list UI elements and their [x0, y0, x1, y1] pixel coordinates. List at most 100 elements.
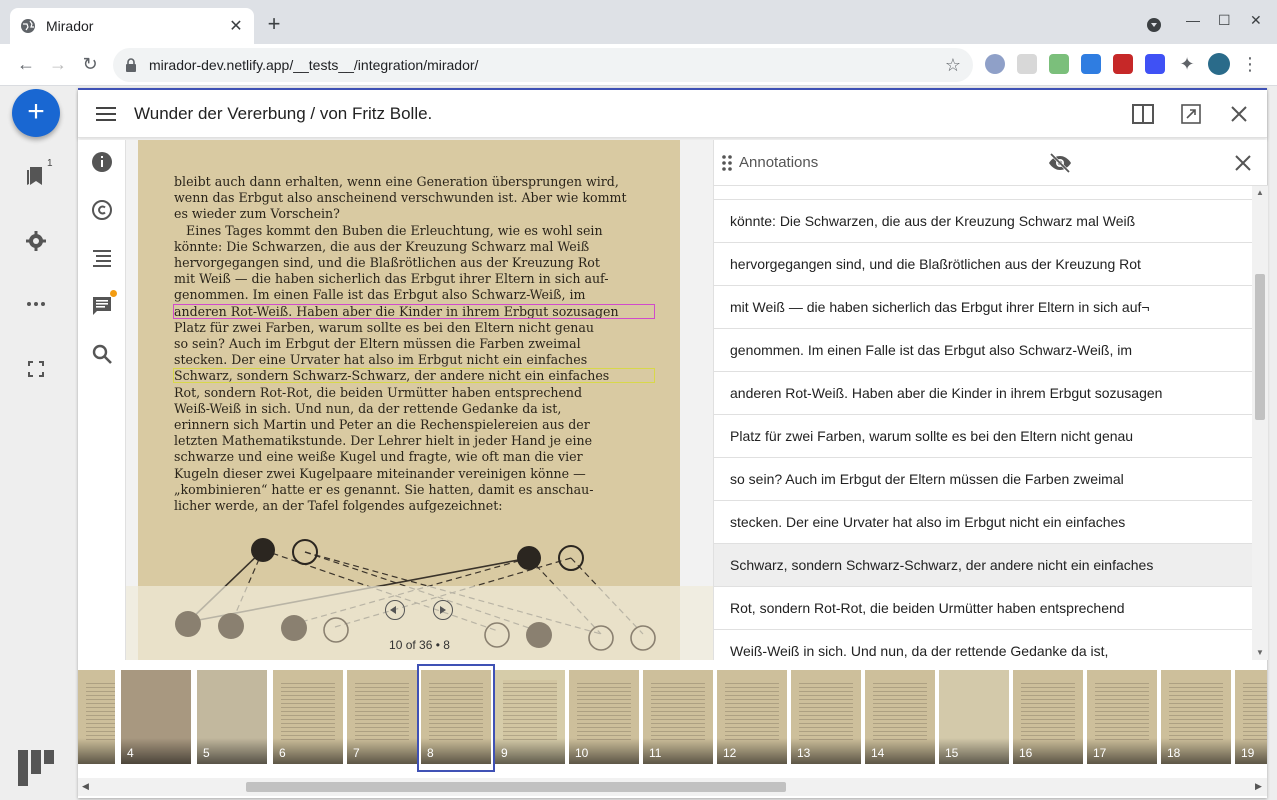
thumbnail-label: 19 — [1235, 738, 1267, 764]
forward-icon[interactable]: → — [48, 54, 68, 74]
thumbnail[interactable]: 14 — [865, 670, 935, 764]
reload-icon[interactable]: ↻ — [80, 54, 100, 74]
thumbnail-text-lines — [281, 680, 335, 740]
drag-handle-icon[interactable] — [722, 155, 732, 171]
close-annotations-icon[interactable] — [1232, 152, 1254, 174]
hamburger-menu-icon[interactable] — [96, 104, 116, 124]
back-icon[interactable]: ← — [16, 54, 36, 74]
view-layout-icon[interactable] — [1131, 102, 1155, 126]
minimize-icon[interactable]: — — [1186, 12, 1200, 28]
thumbnail[interactable]: 13 — [791, 670, 861, 764]
annotation-item[interactable]: mit Weiß — die haben sicherlich das Erbg… — [714, 286, 1252, 329]
extensions-puzzle-icon[interactable]: ✦ — [1177, 54, 1197, 74]
scroll-right-arrow-icon[interactable]: ▶ — [1255, 781, 1262, 792]
url-text: mirador-dev.netlify.app/__tests__/integr… — [149, 57, 479, 73]
annotations-icon[interactable] — [90, 294, 114, 318]
window-title: Wunder der Vererbung / von Fritz Bolle. — [134, 104, 433, 123]
thumbnail-label: 15 — [939, 738, 1009, 764]
scroll-down-arrow-icon[interactable]: ▼ — [1256, 648, 1264, 657]
annotation-item[interactable]: so sein? Auch im Erbgut der Eltern müsse… — [714, 458, 1252, 501]
window-close-icon[interactable]: ✕ — [1250, 12, 1262, 29]
thumbnail-label: 4 — [121, 738, 191, 764]
browser-tab[interactable]: Mirador ✕ — [10, 8, 254, 44]
add-resource-button[interactable]: + — [12, 89, 60, 137]
thumbnail-text-lines — [503, 680, 557, 740]
thumbnail[interactable]: 11 — [643, 670, 713, 764]
thumbnail[interactable]: 16 — [1013, 670, 1083, 764]
image-viewer[interactable]: bleibt auch dann erhalten, wenn eine Gen… — [126, 140, 713, 660]
scroll-left-arrow-icon[interactable]: ◀ — [82, 781, 89, 792]
copyright-icon[interactable] — [90, 198, 114, 222]
annotations-scrollbar[interactable]: ▲ ▼ — [1252, 186, 1268, 660]
thumbnail-label: 10 — [569, 738, 639, 764]
close-tab-icon[interactable]: ✕ — [228, 18, 244, 35]
annotation-item[interactable]: könnte: Die Schwarzen, die aus der Kreuz… — [714, 200, 1252, 243]
thumbnail[interactable] — [78, 670, 115, 764]
annotation-item[interactable]: Platz für zwei Farben, warum sollte es b… — [714, 415, 1252, 458]
thumbnail-label: 6 — [273, 738, 343, 764]
previous-canvas-button[interactable] — [385, 600, 405, 620]
annotation-item[interactable]: stecken. Der eine Urvater hat also im Er… — [714, 501, 1252, 544]
thumbnail[interactable]: 19 — [1235, 670, 1267, 764]
horizontal-scrollbar-thumb[interactable] — [246, 782, 786, 792]
extension-2-icon[interactable] — [1017, 54, 1037, 74]
maximize-window-icon[interactable] — [1179, 102, 1203, 126]
page-line: letzten Mathematikstunde. Der Lehrer hie… — [174, 433, 593, 449]
annotation-item[interactable]: genommen. Im einen Falle ist das Erbgut … — [714, 329, 1252, 372]
bookmark-star-icon[interactable]: ☆ — [945, 55, 961, 76]
annotation-item-selected[interactable]: Schwarz, sondern Schwarz-Schwarz, der an… — [714, 544, 1252, 587]
book-page-image[interactable]: bleibt auch dann erhalten, wenn eine Gen… — [138, 140, 680, 660]
annotation-item[interactable]: anderen Rot-Weiß. Haben aber die Kinder … — [714, 372, 1252, 415]
thumbnail-text-lines — [577, 680, 631, 740]
thumbnail-text-lines — [651, 680, 705, 740]
annotation-item[interactable]: mmmm — [714, 186, 1252, 200]
scrollbar-thumb[interactable] — [1255, 274, 1265, 420]
profile-avatar[interactable] — [1208, 53, 1230, 75]
thumbnail[interactable]: 18 — [1161, 670, 1231, 764]
annotation-item[interactable]: hervorgegangen sind, und die Blaßrötlich… — [714, 243, 1252, 286]
window-top-bar: Wunder der Vererbung / von Fritz Bolle. — [78, 90, 1267, 138]
hide-annotations-eye-icon[interactable] — [1048, 152, 1072, 174]
page-line: erinnern sich Martin und Peter an die Re… — [174, 417, 590, 433]
extension-4-icon[interactable] — [1081, 54, 1101, 74]
thumbnail[interactable]: 12 — [717, 670, 787, 764]
address-bar[interactable]: mirador-dev.netlify.app/__tests__/integr… — [113, 48, 973, 82]
next-canvas-button[interactable] — [433, 600, 453, 620]
extension-5-icon[interactable] — [1113, 54, 1133, 74]
annotation-highlight-magenta[interactable] — [173, 304, 655, 319]
thumbnail-text-lines — [355, 680, 409, 740]
settings-gear-icon[interactable] — [24, 229, 48, 253]
annotation-item[interactable]: Rot, sondern Rot-Rot, die beiden Urmütte… — [714, 587, 1252, 630]
new-tab-button[interactable]: + — [264, 13, 284, 35]
annotation-item[interactable]: Weiß-Weiß in sich. Und nun, da der rette… — [714, 630, 1252, 660]
thumbnail[interactable]: 15 — [939, 670, 1009, 764]
thumbnail-text-lines — [725, 680, 779, 740]
page-line: Kugeln dieser zwei Kugelpaare miteinande… — [174, 465, 586, 481]
thumbnail[interactable]: 6 — [273, 670, 343, 764]
window-list-icon[interactable] — [24, 164, 48, 188]
extension-3-icon[interactable] — [1049, 54, 1069, 74]
maximize-icon[interactable]: ☐ — [1218, 12, 1231, 29]
thumbnail[interactable]: 7 — [347, 670, 417, 764]
close-window-icon[interactable] — [1227, 102, 1251, 126]
thumbnail-scrollbar[interactable]: ◀ ▶ — [78, 778, 1267, 796]
scroll-up-arrow-icon[interactable]: ▲ — [1256, 188, 1264, 197]
table-of-contents-icon[interactable] — [90, 246, 114, 270]
fullscreen-icon[interactable] — [24, 357, 48, 381]
thumbnail[interactable]: 4 — [121, 670, 191, 764]
annotation-highlight-yellow[interactable] — [173, 368, 655, 383]
thumbnail-label: 7 — [347, 738, 417, 764]
thumbnail[interactable]: 10 — [569, 670, 639, 764]
more-options-icon[interactable] — [24, 292, 48, 316]
browser-tab-bar: Mirador ✕ + — ☐ ✕ — [0, 0, 1277, 44]
thumbnail[interactable]: 9 — [495, 670, 565, 764]
thumbnail[interactable]: 5 — [197, 670, 267, 764]
search-icon[interactable] — [90, 342, 114, 366]
page-line: hervorgegangen sind, und die Blaßrötlich… — [174, 255, 600, 271]
info-icon[interactable] — [90, 150, 114, 174]
thumbnail[interactable]: 17 — [1087, 670, 1157, 764]
extension-6-icon[interactable] — [1145, 54, 1165, 74]
profile-menu-icon[interactable] — [1146, 17, 1162, 33]
extension-1-icon[interactable] — [985, 54, 1005, 74]
browser-menu-icon[interactable]: ⋮ — [1240, 54, 1260, 74]
